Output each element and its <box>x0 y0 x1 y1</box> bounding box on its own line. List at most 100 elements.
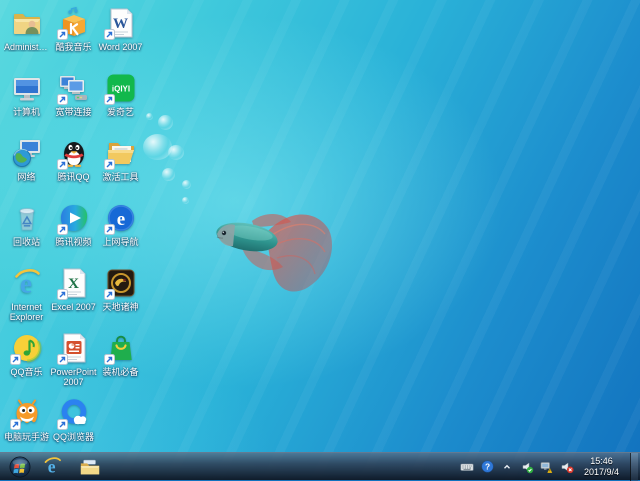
bubble <box>143 134 172 160</box>
clock-date: 2017/9/4 <box>583 466 619 477</box>
desktop-icon-excel-2007[interactable]: X Excel 2007 <box>50 266 97 331</box>
taskbar: e ? 15:46 2017/9/4 <box>0 452 640 481</box>
desktop-icon-powerpoint-2007[interactable]: PowerPoint 2007 <box>50 331 97 396</box>
desktop-icon-broadband[interactable]: 宽带连接 <box>50 71 97 136</box>
svg-text:X: X <box>68 276 79 292</box>
shortcut-arrow-icon <box>103 224 115 235</box>
folder-icon <box>80 459 100 474</box>
ie-e-icon: e <box>44 457 61 477</box>
betta-fish-wallpaper-art <box>216 213 332 292</box>
play-triangle-icon <box>56 201 91 235</box>
icon-label: Administrator <box>4 42 49 52</box>
taskbar-clock[interactable]: 15:46 2017/9/4 <box>584 456 619 477</box>
desktop-icon-grid: Administrator 酷我音乐 W <box>3 6 144 461</box>
system-tray: ? 15:46 2017/9/4 <box>460 452 640 481</box>
recycle-bin-icon <box>10 201 44 235</box>
desktop-icon-iqiyi[interactable]: iQIYI 爱奇艺 <box>97 71 144 136</box>
show-desktop-button[interactable] <box>630 452 638 481</box>
shortcut-arrow-icon <box>103 159 115 170</box>
bubble <box>158 115 173 130</box>
blue-e-circle-icon: e <box>103 201 138 235</box>
desktop-icon-kuwo-music[interactable]: 酷我音乐 <box>50 6 97 71</box>
icon-label: Excel 2007 <box>51 302 96 312</box>
icon-label: QQ音乐 <box>10 367 43 377</box>
bubble <box>182 180 191 189</box>
shortcut-arrow-icon <box>56 419 68 430</box>
music-note-icon <box>9 331 44 365</box>
kuwo-box-icon <box>56 6 91 40</box>
desktop-icon-internet-explorer[interactable]: e Internet Explorer <box>3 266 50 331</box>
icon-label: PowerPoint 2007 <box>50 367 97 387</box>
desktop-icon-tencent-qq[interactable]: 腾讯QQ <box>50 136 97 201</box>
desktop-icon-qq-music[interactable]: QQ音乐 <box>3 331 50 396</box>
desktop-icon-tiandi-zhushen[interactable]: 天地诸神 <box>97 266 144 331</box>
bubble <box>146 113 153 120</box>
shortcut-arrow-icon <box>103 94 115 105</box>
desktop-icon-word-2007[interactable]: W Word 2007 <box>97 6 144 71</box>
ie-e-icon: e <box>10 266 44 300</box>
icon-label: 装机必备 <box>102 367 139 377</box>
help-question-icon[interactable]: ? <box>480 459 495 474</box>
icon-label: 计算机 <box>12 107 40 117</box>
shortcut-arrow-icon <box>9 354 21 365</box>
shortcut-arrow-icon <box>103 29 115 40</box>
powerpoint-document-icon <box>56 331 91 365</box>
taskbar-windows-explorer[interactable] <box>71 454 109 480</box>
shortcut-arrow-icon <box>103 289 115 300</box>
shortcut-arrow-icon <box>9 419 21 430</box>
golden-dragon-game-icon <box>103 266 138 300</box>
two-computers-modem-icon <box>56 71 91 105</box>
user-folder-icon <box>10 6 44 40</box>
bubble <box>162 168 175 181</box>
icon-label: 上网导航 <box>102 237 139 247</box>
globe-monitor-icon <box>10 136 44 170</box>
qq-penguin-icon <box>56 136 91 170</box>
icon-label: 酷我音乐 <box>55 42 92 52</box>
icon-label: 电脑玩手游 <box>3 432 49 442</box>
icon-label: 回收站 <box>12 237 40 247</box>
bubble <box>182 197 189 204</box>
iqiyi-green-icon: iQIYI <box>103 71 138 105</box>
word-document-icon: W <box>103 6 138 40</box>
shortcut-arrow-icon <box>56 354 68 365</box>
desktop-icon-web-navigation[interactable]: e 上网导航 <box>97 201 144 266</box>
desktop-icon-network[interactable]: 网络 <box>3 136 50 201</box>
icon-label: 宽带连接 <box>55 107 92 117</box>
shortcut-arrow-icon <box>56 224 68 235</box>
desktop-icon-zhuangji-bibei[interactable]: 装机必备 <box>97 331 144 396</box>
icon-label: 腾讯视频 <box>55 237 92 247</box>
icon-label: 网络 <box>17 172 36 182</box>
desktop-icon-administrator[interactable]: Administrator <box>3 6 50 71</box>
icon-label: Internet Explorer <box>9 302 44 322</box>
shortcut-arrow-icon <box>56 159 68 170</box>
show-hidden-icons-arrow[interactable] <box>500 459 515 474</box>
start-button[interactable] <box>7 454 33 480</box>
icon-label: 天地诸神 <box>102 302 139 312</box>
icon-label: 激活工具 <box>102 172 139 182</box>
input-keyboard-icon[interactable] <box>460 459 475 474</box>
shortcut-arrow-icon <box>103 354 115 365</box>
clock-time: 15:46 <box>590 456 613 466</box>
desktop-icon-activation-tools[interactable]: 激活工具 <box>97 136 144 201</box>
svg-text:W: W <box>113 16 128 32</box>
icon-label: 腾讯QQ <box>57 172 90 182</box>
blue-ring-cloud-icon <box>56 396 91 430</box>
desktop-icon-computer[interactable]: 计算机 <box>3 71 50 136</box>
desktop-icon-tencent-video[interactable]: 腾讯视频 <box>50 201 97 266</box>
windows-logo-icon <box>9 456 31 477</box>
shortcut-arrow-icon <box>56 29 68 40</box>
network-warning-icon[interactable] <box>540 459 555 474</box>
icon-label: QQ浏览器 <box>52 432 94 442</box>
excel-document-icon: X <box>56 266 91 300</box>
taskbar-internet-explorer[interactable]: e <box>33 454 71 480</box>
svg-text:?: ? <box>485 461 490 471</box>
green-shopping-bag-icon <box>103 331 138 365</box>
computer-monitor-icon <box>10 71 44 105</box>
volume-muted-icon[interactable] <box>560 459 575 474</box>
desktop-icon-recycle-bin[interactable]: 回收站 <box>3 201 50 266</box>
svg-text:e: e <box>116 209 124 230</box>
icon-label: Word 2007 <box>98 42 143 52</box>
bubble <box>168 145 184 160</box>
security-ok-icon[interactable] <box>520 459 535 474</box>
svg-text:iQIYI: iQIYI <box>111 85 129 94</box>
